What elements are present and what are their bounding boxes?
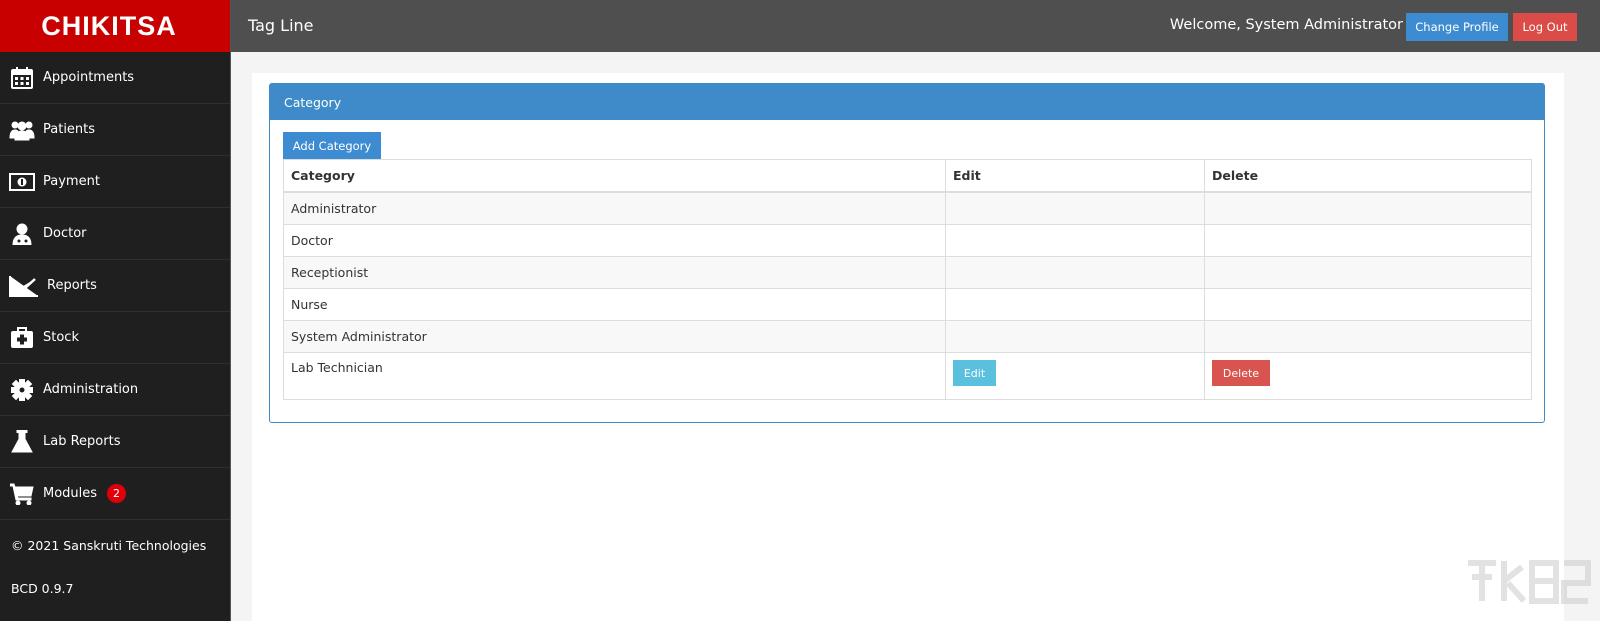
logout-button[interactable]: Log Out xyxy=(1513,13,1577,41)
gear-icon xyxy=(9,377,35,403)
line-chart-icon xyxy=(9,273,39,299)
tagline: Tag Line xyxy=(248,16,314,35)
copyright-text: © 2021 Sanskruti Technologies xyxy=(11,538,207,553)
delete-cell xyxy=(1204,256,1532,289)
sidebar-item-administration[interactable]: Administration xyxy=(0,364,230,416)
add-category-button[interactable]: Add Category xyxy=(283,132,381,160)
sidebar-item-label: Modules xyxy=(43,486,98,501)
calendar-icon xyxy=(9,65,35,91)
sidebar-item-label: Appointments xyxy=(43,70,135,85)
column-header-delete[interactable]: Delete xyxy=(1204,159,1532,193)
table-row: Administrator xyxy=(283,191,1532,225)
sidebar: CHIKITSA Appointments Patients Payment D… xyxy=(0,0,231,621)
category-cell: Receptionist xyxy=(283,256,946,289)
delete-cell xyxy=(1204,191,1532,225)
column-header-edit[interactable]: Edit xyxy=(945,159,1205,193)
sidebar-nav: Appointments Patients Payment Doctor Rep… xyxy=(0,52,230,520)
main-content: Category Add Category Category Edit Dele… xyxy=(252,73,1564,621)
delete-button[interactable]: Delete xyxy=(1212,360,1270,386)
sidebar-item-reports[interactable]: Reports xyxy=(0,260,230,312)
edit-cell xyxy=(945,191,1205,225)
cart-icon xyxy=(9,481,35,507)
table-row: Lab Technician Edit Delete xyxy=(283,352,1532,400)
version-text: BCD 0.9.7 xyxy=(11,581,74,596)
delete-cell xyxy=(1204,288,1532,321)
table-row: Doctor xyxy=(283,224,1532,257)
sidebar-item-label: Administration xyxy=(43,382,139,397)
sidebar-item-label: Lab Reports xyxy=(43,434,121,449)
edit-button[interactable]: Edit xyxy=(953,360,996,386)
welcome-text: Welcome, System Administrator xyxy=(1169,17,1403,33)
table-row: Receptionist xyxy=(283,256,1532,289)
table-row: System Administrator xyxy=(283,320,1532,353)
sidebar-item-label: Payment xyxy=(43,174,100,189)
users-icon xyxy=(9,117,35,143)
category-cell: System Administrator xyxy=(283,320,946,353)
doctor-icon xyxy=(9,221,35,247)
table-header-row: Category Edit Delete xyxy=(283,159,1532,193)
edit-cell xyxy=(945,320,1205,353)
sidebar-item-label: Doctor xyxy=(43,226,87,241)
category-cell: Doctor xyxy=(283,224,946,257)
money-icon xyxy=(9,169,35,195)
edit-cell xyxy=(945,288,1205,321)
flask-icon xyxy=(9,429,35,455)
column-header-category[interactable]: Category xyxy=(283,159,946,193)
category-panel: Category Add Category Category Edit Dele… xyxy=(269,83,1545,423)
sidebar-item-modules[interactable]: Modules 2 xyxy=(0,468,230,520)
category-cell: Nurse xyxy=(283,288,946,321)
panel-title: Category xyxy=(270,84,1544,120)
sidebar-item-label: Reports xyxy=(47,278,97,293)
top-header: Tag Line Welcome, System Administrator C… xyxy=(231,0,1600,52)
brand-logo[interactable]: CHIKITSA xyxy=(0,0,230,52)
medkit-icon xyxy=(9,325,35,351)
category-cell: Administrator xyxy=(283,191,946,225)
modules-count-badge: 2 xyxy=(107,484,127,503)
sidebar-item-lab-reports[interactable]: Lab Reports xyxy=(0,416,230,468)
change-profile-button[interactable]: Change Profile xyxy=(1406,13,1508,41)
table-row: Nurse xyxy=(283,288,1532,321)
watermark-logo xyxy=(1464,553,1592,611)
sidebar-item-label: Stock xyxy=(43,330,79,345)
category-cell: Lab Technician xyxy=(283,352,946,400)
sidebar-item-patients[interactable]: Patients xyxy=(0,104,230,156)
delete-cell xyxy=(1204,320,1532,353)
sidebar-item-doctor[interactable]: Doctor xyxy=(0,208,230,260)
delete-cell: Delete xyxy=(1204,352,1532,400)
edit-cell xyxy=(945,256,1205,289)
sidebar-item-stock[interactable]: Stock xyxy=(0,312,230,364)
category-table: Category Edit Delete Administrator Docto… xyxy=(283,159,1532,400)
sidebar-item-appointments[interactable]: Appointments xyxy=(0,52,230,104)
edit-cell xyxy=(945,224,1205,257)
sidebar-item-label: Patients xyxy=(43,122,96,137)
delete-cell xyxy=(1204,224,1532,257)
sidebar-item-payment[interactable]: Payment xyxy=(0,156,230,208)
edit-cell: Edit xyxy=(945,352,1205,400)
